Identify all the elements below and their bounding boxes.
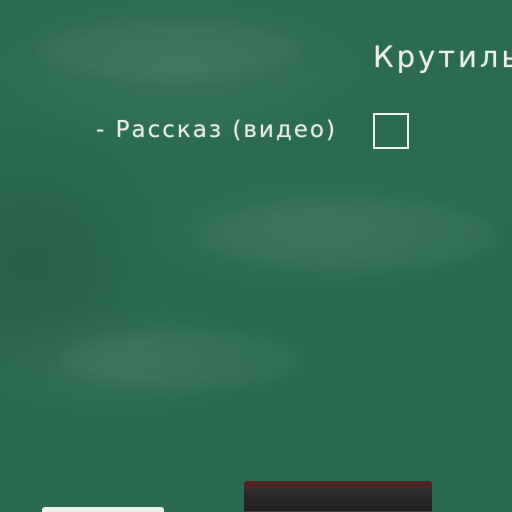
chalkboard: Крутилы - Рассказ (видео) [0, 0, 512, 512]
eraser-band [244, 481, 432, 487]
menu-item-story-video-label[interactable]: - Рассказ (видео) [96, 117, 337, 143]
chalk-smudge [60, 330, 300, 390]
chalk-smudge [40, 20, 300, 80]
chalkboard-eraser-icon [244, 481, 432, 512]
menu-item-story-video-checkbox[interactable] [373, 113, 409, 149]
chalk-smudge [200, 200, 500, 270]
chalk-stick-icon [42, 507, 164, 512]
board-title: Крутилы [373, 40, 512, 74]
